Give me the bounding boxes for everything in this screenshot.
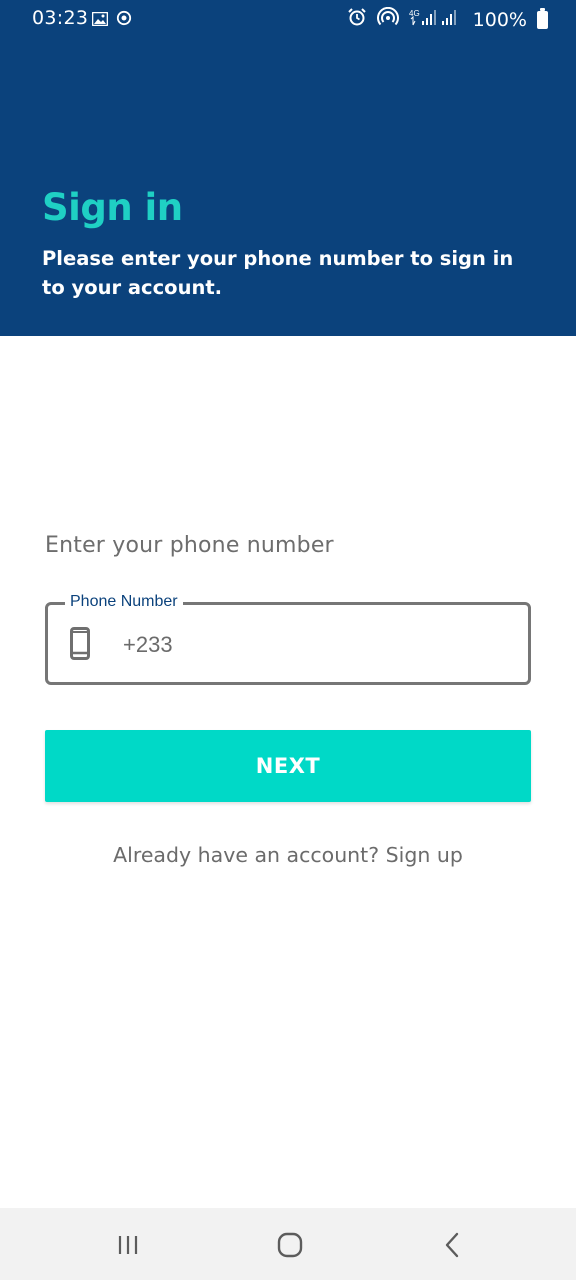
phone-number-field[interactable]: Phone Number (45, 593, 531, 685)
recents-icon[interactable] (108, 1230, 148, 1260)
next-button[interactable]: NEXT (45, 730, 531, 802)
phone-number-input[interactable] (123, 627, 503, 663)
home-icon[interactable] (270, 1230, 310, 1260)
back-icon[interactable] (432, 1230, 472, 1260)
battery-icon (537, 7, 548, 29)
image-icon (91, 9, 109, 31)
status-bar: 03:23 4G 100% (0, 0, 576, 36)
page-title: Sign in (42, 186, 183, 229)
page-subtitle: Please enter your phone number to sign i… (42, 247, 514, 299)
navigation-bar (0, 1208, 576, 1280)
sync-icon (116, 9, 132, 31)
screen: 03:23 4G 100% Sign in Please enter your … (0, 0, 576, 1280)
sign-up-link[interactable]: Already have an account? Sign up (0, 843, 576, 867)
phone-number-label: Phone Number (65, 593, 183, 611)
network-type: 4G (409, 9, 420, 18)
signal-icon: 4G (409, 8, 463, 31)
status-time: 03:23 (32, 7, 89, 29)
battery-percentage: 100% (472, 8, 527, 31)
phone-icon (70, 627, 90, 660)
alarm-icon (347, 7, 367, 32)
header: 03:23 4G 100% Sign in Please enter your … (0, 0, 576, 336)
hotspot-icon (376, 6, 399, 32)
phone-prompt-label: Enter your phone number (45, 533, 334, 558)
